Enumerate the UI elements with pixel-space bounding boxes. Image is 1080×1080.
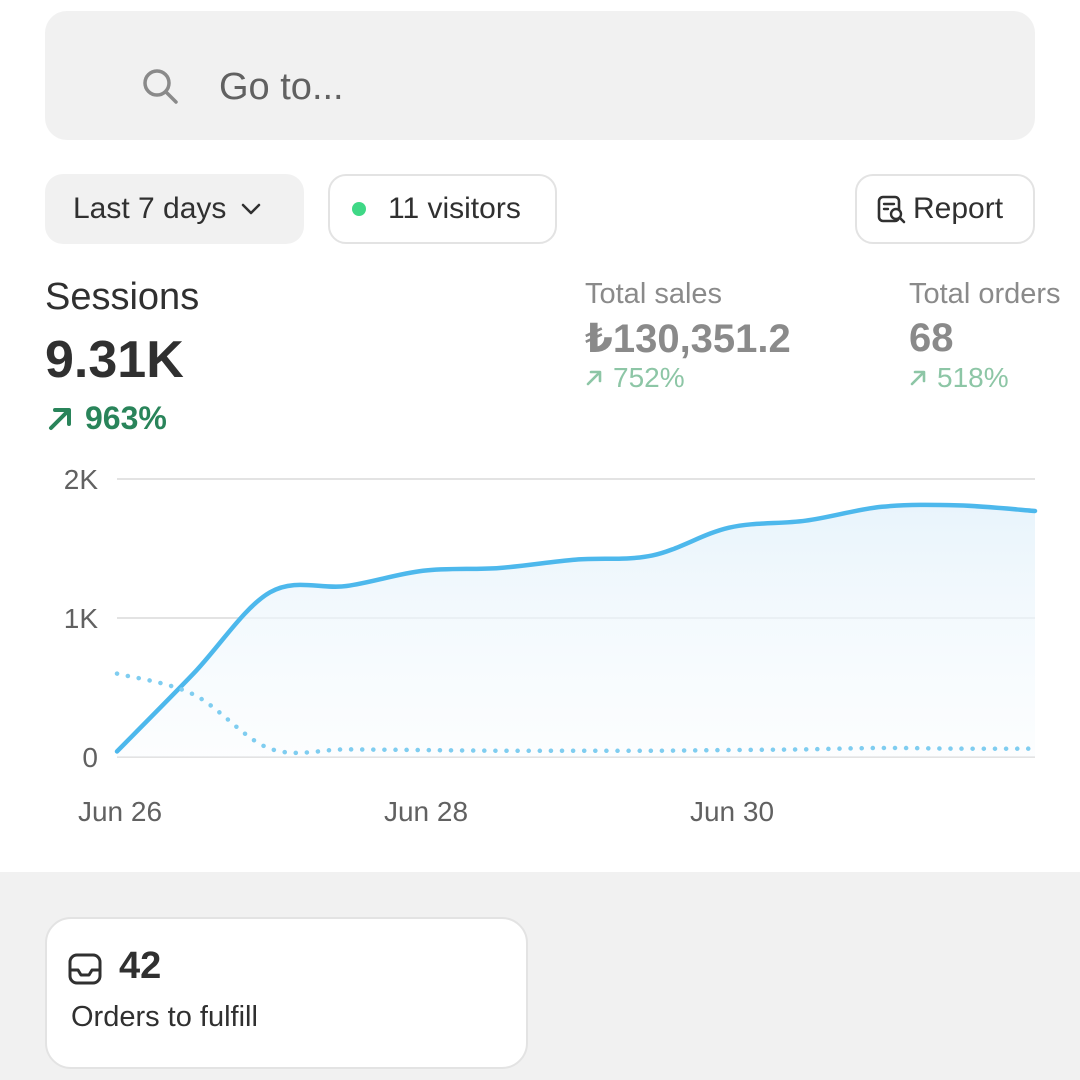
x-tick-label: Jun 26 bbox=[78, 796, 162, 827]
y-tick-label: 0 bbox=[82, 742, 98, 773]
arrow-up-right-icon bbox=[910, 370, 926, 386]
total-orders-value: 68 bbox=[909, 316, 954, 360]
total-orders-label: Total orders bbox=[909, 278, 1061, 310]
y-tick-label: 1K bbox=[64, 603, 99, 634]
sessions-value: 9.31K bbox=[45, 331, 184, 389]
sessions-change-value: 963% bbox=[85, 400, 167, 436]
total-orders-change-value: 518% bbox=[937, 362, 1009, 393]
total-sales-change: 752% bbox=[585, 362, 685, 394]
live-visitors-button[interactable]: 11 visitors bbox=[328, 174, 557, 244]
report-icon bbox=[877, 195, 906, 224]
sessions-label: Sessions bbox=[45, 276, 200, 318]
y-tick-label: 2K bbox=[64, 464, 99, 495]
sessions-area bbox=[117, 504, 1035, 757]
search-icon bbox=[143, 69, 178, 104]
inbox-icon bbox=[68, 953, 102, 985]
arrow-up-right-icon bbox=[49, 407, 71, 430]
total-sales-change-value: 752% bbox=[613, 362, 685, 393]
sessions-chart[interactable]: 0 1K 2K Jun 26 Jun 28 Jun 30 bbox=[0, 455, 1080, 845]
orders-to-fulfill-card[interactable]: 42 Orders to fulfill bbox=[45, 917, 528, 1069]
total-sales-value: ₺130,351.2 bbox=[585, 317, 791, 361]
date-range-label: Last 7 days bbox=[73, 192, 227, 225]
chevron-down-icon bbox=[242, 203, 261, 215]
date-range-button[interactable]: Last 7 days bbox=[45, 174, 304, 244]
orders-caption: Orders to fulfill bbox=[71, 1001, 258, 1033]
search-placeholder: Go to... bbox=[219, 66, 344, 108]
live-dot-icon bbox=[352, 202, 366, 216]
sessions-change: 963% bbox=[45, 400, 167, 437]
visitors-label: 11 visitors bbox=[388, 192, 521, 225]
arrow-up-right-icon bbox=[586, 370, 602, 386]
total-sales-label: Total sales bbox=[585, 278, 723, 310]
orders-count: 42 bbox=[119, 945, 162, 987]
total-orders-change: 518% bbox=[909, 362, 1009, 394]
report-button[interactable]: Report bbox=[855, 174, 1035, 244]
x-tick-label: Jun 28 bbox=[384, 796, 468, 827]
report-label: Report bbox=[913, 192, 1004, 225]
search-bar[interactable]: Go to... bbox=[45, 11, 1035, 140]
x-tick-label: Jun 30 bbox=[690, 796, 774, 827]
